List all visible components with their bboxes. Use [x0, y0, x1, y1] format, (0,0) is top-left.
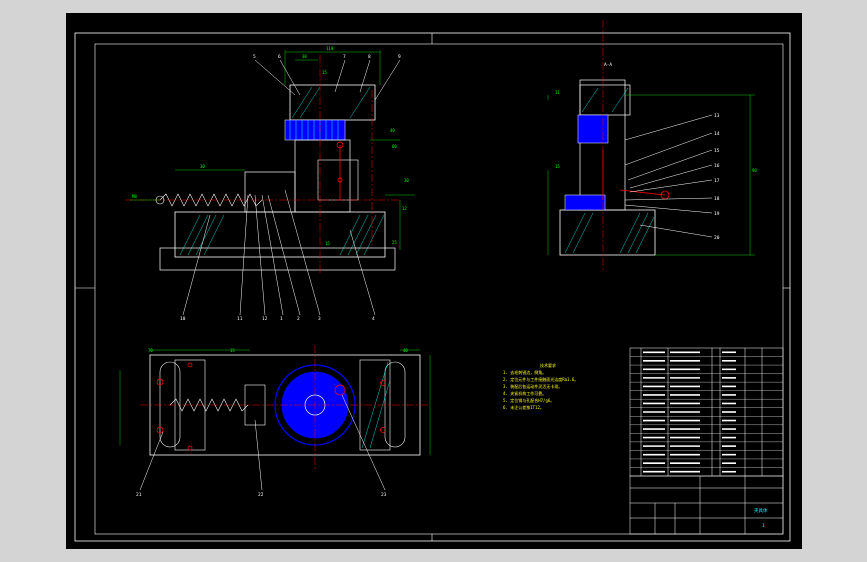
side-balloons: 13 14 15 16 17 18 19 20 — [714, 113, 720, 241]
front-base-foot — [159, 247, 396, 271]
side-column — [579, 79, 626, 211]
dim-left: 30 — [200, 164, 205, 169]
side-section-label: A-A — [604, 62, 612, 68]
svg-text:17: 17 — [714, 178, 720, 184]
side-dim-left-a: 11 — [555, 90, 560, 95]
top-leaders — [139, 394, 386, 491]
front-base-hatch — [179, 214, 385, 256]
svg-text:22: 22 — [258, 492, 264, 498]
side-gear — [577, 114, 609, 144]
sheet-inner-border — [94, 43, 784, 535]
side-base — [559, 209, 656, 256]
sheet-outer-border — [74, 32, 791, 542]
top-bolts — [156, 362, 386, 451]
svg-text:14: 14 — [714, 131, 720, 137]
title-block-code: 1 — [762, 523, 765, 529]
svg-text:6: 6 — [278, 54, 281, 60]
front-upper-block — [289, 84, 376, 121]
front-handle — [336, 141, 344, 200]
front-leaders-top — [254, 59, 401, 101]
cad-drawing: 110 30 15 60 12 25 15 30 M8 40 30 5 6 7 … — [74, 20, 791, 542]
dim-a: 15 — [322, 70, 327, 75]
bom-cell-marks — [643, 351, 736, 473]
svg-text:12: 12 — [262, 316, 268, 322]
top-right-slot — [384, 361, 406, 448]
svg-text:18: 18 — [714, 196, 720, 202]
note-1: 1. 去毛刺锐边，倒角。 — [503, 369, 546, 375]
front-upper-hatch — [291, 86, 371, 119]
title-block-name: 夹具体 — [754, 507, 768, 514]
front-view: 110 30 15 60 12 25 15 30 M8 40 30 5 6 7 … — [125, 46, 415, 322]
svg-text:9: 9 — [398, 54, 401, 60]
svg-text:4: 4 — [372, 316, 375, 322]
svg-text:7: 7 — [343, 54, 346, 60]
front-column — [294, 139, 351, 213]
front-screw-housing — [244, 171, 296, 213]
title-block — [629, 475, 784, 535]
top-left-slot — [159, 361, 181, 448]
dim-b: 60 — [392, 144, 397, 149]
svg-text:3: 3 — [318, 316, 321, 322]
dim-d: 25 — [392, 240, 397, 245]
side-dim-left-b: 15 — [555, 164, 560, 169]
front-dimension-labels: 110 30 15 60 12 25 15 30 M8 40 30 — [132, 46, 409, 246]
dim-thread: M8 — [132, 194, 137, 199]
svg-text:19: 19 — [714, 211, 720, 217]
top-spring — [169, 398, 249, 412]
center-marks — [75, 33, 790, 541]
technical-notes: 技术要求 1. 去毛刺锐边，倒角。 2. 定位元件与工件接触面光洁度Ra1.6。… — [503, 362, 578, 410]
dim-c: 12 — [402, 206, 407, 211]
svg-text:21: 21 — [136, 492, 142, 498]
side-handle — [602, 150, 670, 200]
side-top-hatch — [581, 87, 629, 113]
svg-text:5: 5 — [253, 54, 256, 60]
svg-text:10: 10 — [180, 316, 186, 322]
note-3: 3. 装配后各运动件灵活无卡滞。 — [503, 383, 562, 389]
svg-text:8: 8 — [368, 54, 371, 60]
side-dim-height: 90 — [752, 168, 757, 173]
dim-e: 15 — [325, 241, 330, 246]
front-gear-rack — [284, 119, 346, 141]
top-dim-left-box: 15 — [230, 348, 235, 353]
svg-text:20: 20 — [714, 235, 720, 241]
front-leaders-bottom — [182, 189, 376, 316]
dim-overall-width: 110 — [326, 46, 334, 51]
notes-title: 技术要求 — [540, 362, 556, 368]
front-balloons: 5 6 7 8 9 10 11 12 1 2 3 4 — [180, 54, 401, 322]
note-2: 2. 定位元件与工件接触面光洁度Ra1.6。 — [503, 376, 578, 382]
top-view: 70 40 15 21 22 23 — [119, 345, 431, 498]
note-4: 4. 夹紧机构工作可靠。 — [503, 390, 546, 396]
top-balloons: 21 22 23 — [136, 492, 387, 498]
dim-top: 30 — [302, 54, 307, 59]
svg-text:13: 13 — [714, 113, 720, 119]
svg-text:11: 11 — [237, 316, 243, 322]
note-6: 6. 未注公差按IT12。 — [503, 404, 544, 410]
side-top-block — [579, 84, 631, 116]
note-5: 5. 定位销与孔配合H7/g6。 — [503, 397, 554, 403]
svg-text:2: 2 — [297, 316, 300, 322]
side-view: A-A 90 11 15 13 14 15 16 17 18 19 20 — [547, 20, 757, 270]
side-base-hatch — [564, 212, 655, 254]
dim-right: 30 — [404, 178, 409, 183]
top-dim-left: 70 — [148, 348, 153, 353]
svg-text:15: 15 — [714, 148, 720, 154]
side-leaders — [624, 114, 713, 238]
top-dim-right: 40 — [403, 348, 408, 353]
svg-text:23: 23 — [381, 492, 387, 498]
side-lower-gear — [564, 194, 606, 211]
svg-text:1: 1 — [280, 316, 283, 322]
dim-right-box: 40 — [390, 128, 395, 133]
svg-text:16: 16 — [714, 163, 720, 169]
